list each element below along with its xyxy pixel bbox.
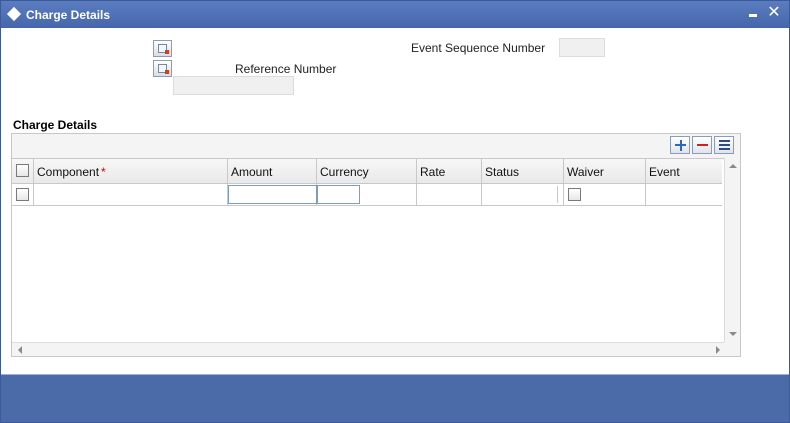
column-header-amount[interactable]: Amount bbox=[228, 159, 317, 183]
scroll-right-icon[interactable] bbox=[716, 346, 720, 354]
column-label-rate: Rate bbox=[420, 165, 446, 179]
column-label-currency: Currency bbox=[320, 165, 369, 179]
header-select-cell bbox=[12, 159, 34, 183]
charge-grid: Component* Amount Currency Rate Status bbox=[12, 158, 724, 342]
amount-input[interactable] bbox=[228, 185, 317, 204]
document-button-1[interactable] bbox=[153, 40, 172, 57]
document-marker-icon bbox=[165, 50, 169, 54]
charge-grid-container: Component* Amount Currency Rate Status bbox=[11, 133, 741, 357]
column-label-status: Status bbox=[485, 165, 520, 179]
column-label-amount: Amount bbox=[231, 165, 273, 179]
event-sequence-label: Event Sequence Number bbox=[411, 41, 546, 55]
status-divider bbox=[557, 186, 558, 203]
scroll-left-icon[interactable] bbox=[18, 346, 22, 354]
row-select-checkbox[interactable] bbox=[16, 188, 29, 201]
close-button[interactable]: ✕ bbox=[766, 4, 782, 22]
delete-row-button[interactable] bbox=[692, 136, 712, 154]
currency-cell bbox=[317, 184, 417, 205]
section-title: Charge Details bbox=[13, 118, 98, 132]
table-row[interactable] bbox=[12, 184, 722, 206]
status-cell[interactable] bbox=[482, 184, 564, 205]
column-header-waiver[interactable]: Waiver bbox=[564, 159, 646, 183]
title-bar[interactable]: Charge Details ✕ bbox=[1, 1, 789, 28]
row-select-cell bbox=[12, 184, 34, 205]
currency-input[interactable] bbox=[317, 185, 360, 204]
waiver-checkbox[interactable] bbox=[568, 188, 581, 201]
add-row-button[interactable] bbox=[670, 136, 690, 154]
column-header-status[interactable]: Status bbox=[482, 159, 564, 183]
dialog-content: Event Sequence Number Reference Number C… bbox=[1, 28, 789, 374]
scroll-down-icon[interactable] bbox=[729, 332, 737, 336]
column-header-rate[interactable]: Rate bbox=[417, 159, 482, 183]
column-label-event: Event bbox=[649, 165, 680, 179]
diamond-icon bbox=[6, 6, 22, 22]
column-header-component[interactable]: Component * bbox=[34, 159, 228, 183]
dialog-footer bbox=[1, 374, 789, 422]
grid-toolbar bbox=[670, 136, 734, 154]
reference-number-label: Reference Number bbox=[235, 62, 337, 76]
minimize-button[interactable] bbox=[747, 5, 759, 21]
required-marker: * bbox=[101, 165, 106, 179]
reference-number-field[interactable] bbox=[173, 76, 294, 95]
grid-header: Component* Amount Currency Rate Status bbox=[12, 159, 722, 184]
column-header-event[interactable]: Event bbox=[646, 159, 722, 183]
single-view-button[interactable] bbox=[714, 136, 734, 154]
list-icon bbox=[719, 140, 730, 142]
column-header-currency[interactable]: Currency bbox=[317, 159, 417, 183]
document-button-2[interactable] bbox=[153, 60, 172, 77]
vertical-scrollbar[interactable] bbox=[724, 158, 740, 342]
select-all-checkbox[interactable] bbox=[16, 164, 29, 177]
rate-cell[interactable] bbox=[417, 184, 482, 205]
window-title: Charge Details bbox=[26, 8, 111, 22]
charge-details-window: Charge Details ✕ Event Sequence Number R… bbox=[0, 0, 790, 423]
waiver-cell bbox=[564, 184, 646, 205]
event-sequence-field[interactable] bbox=[559, 38, 605, 57]
document-marker-icon bbox=[165, 70, 169, 74]
amount-cell bbox=[228, 184, 317, 205]
event-cell[interactable] bbox=[646, 184, 722, 205]
component-cell[interactable] bbox=[34, 184, 228, 205]
column-label-waiver: Waiver bbox=[567, 165, 604, 179]
horizontal-scrollbar[interactable] bbox=[12, 342, 724, 356]
column-label-component: Component bbox=[37, 165, 100, 179]
scroll-up-icon[interactable] bbox=[729, 164, 737, 168]
